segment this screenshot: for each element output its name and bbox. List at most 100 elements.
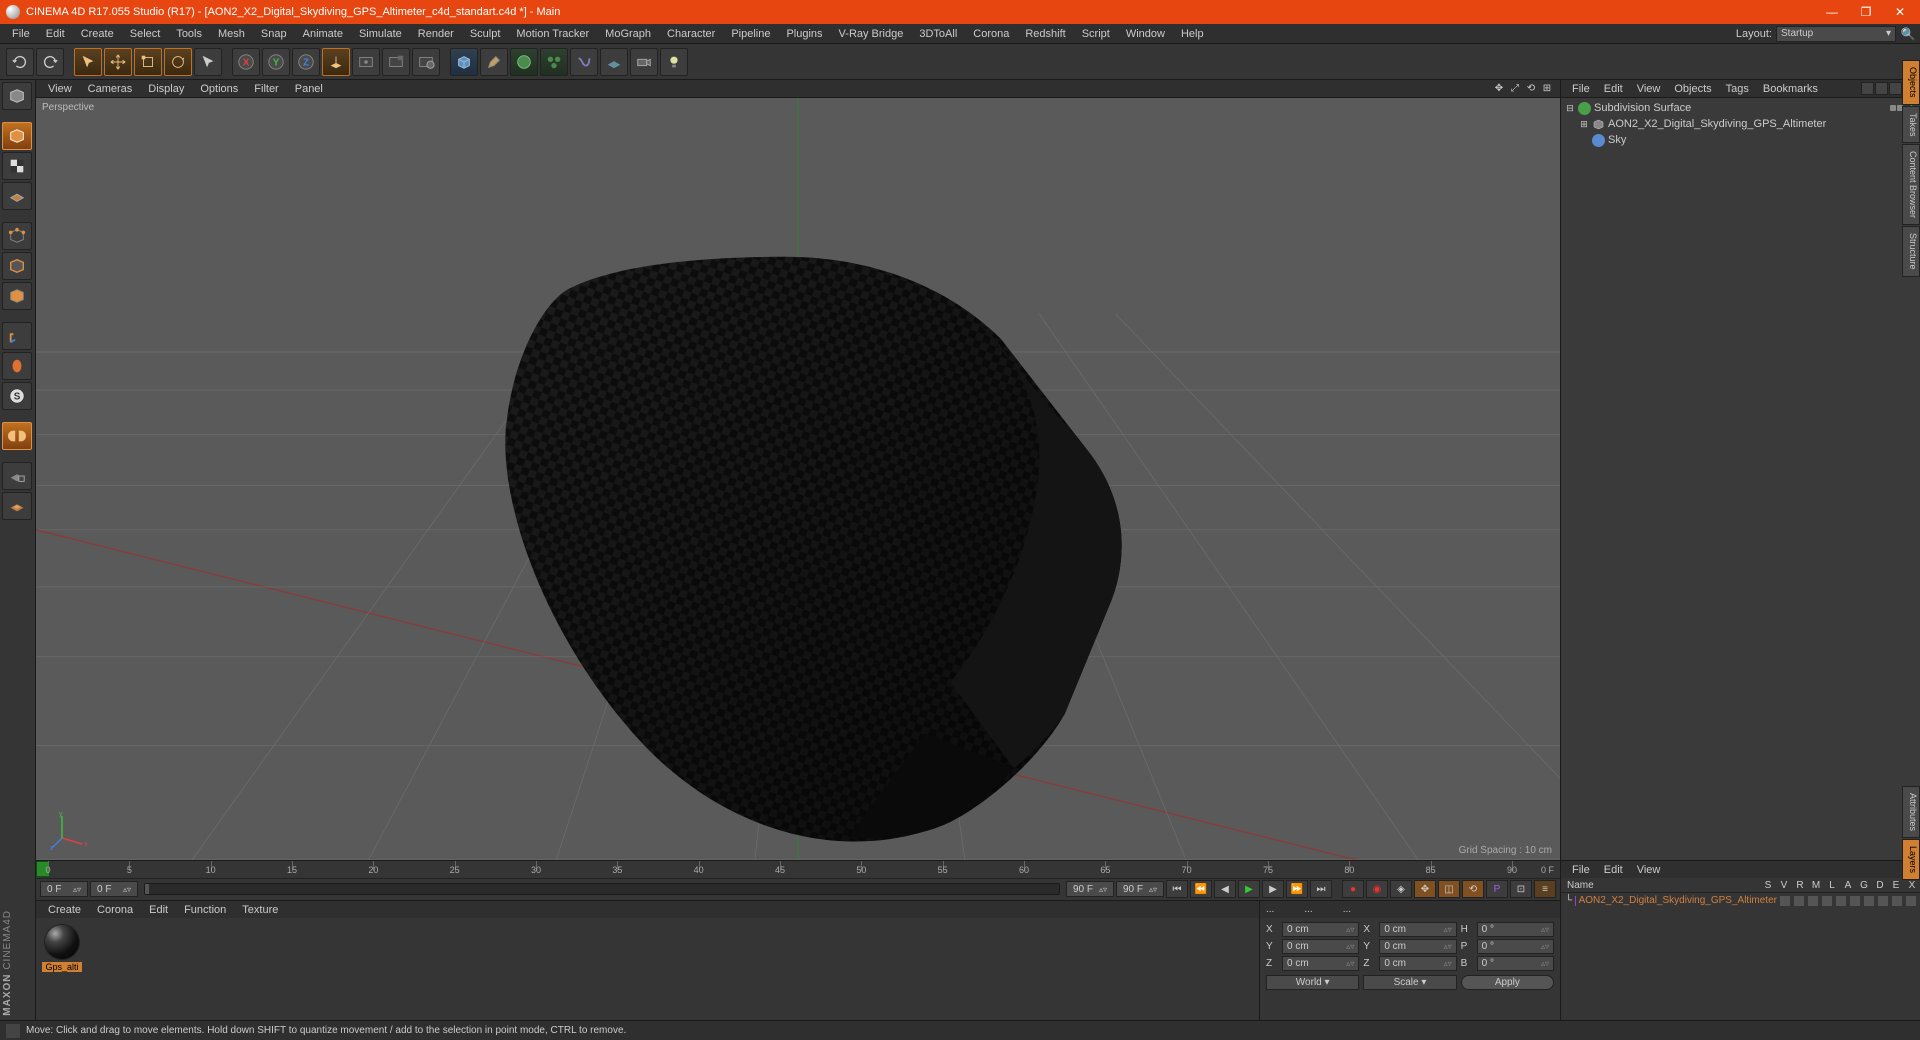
undo-button[interactable] xyxy=(6,48,34,76)
tab-objects[interactable]: Objects xyxy=(1902,60,1920,105)
prev-key-button[interactable]: ⏪ xyxy=(1190,880,1212,898)
coord-scale-select[interactable]: Scale ▾ xyxy=(1363,975,1456,990)
minimize-button[interactable]: — xyxy=(1824,4,1840,20)
coord-size-field[interactable]: 0 cm▵▿ xyxy=(1379,922,1456,937)
menu-mograph[interactable]: MoGraph xyxy=(597,26,659,42)
obj-menu-file[interactable]: File xyxy=(1565,82,1597,96)
layer-menu-edit[interactable]: Edit xyxy=(1597,863,1630,877)
vm-panel[interactable]: Panel xyxy=(287,82,331,96)
layer-menu-view[interactable]: View xyxy=(1630,863,1668,877)
object-tree-row[interactable]: ⊟Subdivision Surface✓ xyxy=(1561,100,1920,116)
next-frame-button[interactable]: ▶ xyxy=(1262,880,1284,898)
menu-sculpt[interactable]: Sculpt xyxy=(462,26,509,42)
camera-button[interactable] xyxy=(630,48,658,76)
coord-size-field[interactable]: 0 cm▵▿ xyxy=(1379,939,1456,954)
render-settings-button[interactable] xyxy=(412,48,440,76)
menu-tools[interactable]: Tools xyxy=(168,26,210,42)
model-mode-button[interactable] xyxy=(2,122,32,150)
search-icon[interactable]: 🔍 xyxy=(1900,26,1916,42)
y-axis-button[interactable]: Y xyxy=(262,48,290,76)
param-key-button[interactable]: P xyxy=(1486,880,1508,898)
menu-script[interactable]: Script xyxy=(1074,26,1118,42)
pla-key-button[interactable]: ⊡ xyxy=(1510,880,1532,898)
floor-button[interactable] xyxy=(600,48,628,76)
tab-content-browser[interactable]: Content Browser xyxy=(1902,144,1920,225)
material-thumbnail[interactable]: Gps_alti xyxy=(42,924,82,972)
object-tree[interactable]: ⊟Subdivision Surface✓⊞AON2_X2_Digital_Sk… xyxy=(1561,98,1920,860)
workplane-button[interactable] xyxy=(2,182,32,210)
coord-pos-field[interactable]: 0 cm▵▿ xyxy=(1282,922,1359,937)
object-tree-row[interactable]: ⊞AON2_X2_Digital_Skydiving_GPS_Altimeter xyxy=(1561,116,1920,132)
menu-file[interactable]: File xyxy=(4,26,38,42)
coord-world-select[interactable]: World ▾ xyxy=(1266,975,1359,990)
pen-tool[interactable] xyxy=(480,48,508,76)
vp-nav2-icon[interactable]: ⤢ xyxy=(1508,82,1522,96)
keyframe-sel-button[interactable]: ◈ xyxy=(1390,880,1412,898)
redo-button[interactable] xyxy=(36,48,64,76)
obj-menu-tags[interactable]: Tags xyxy=(1719,82,1756,96)
mat-menu-function[interactable]: Function xyxy=(176,903,234,917)
snap-button[interactable]: S xyxy=(2,382,32,410)
range-start-field[interactable]: 0 F▵▿ xyxy=(40,881,88,897)
scale-key-button[interactable]: ◫ xyxy=(1438,880,1460,898)
viewport-solo-button[interactable] xyxy=(2,352,32,380)
workplane-snap-button[interactable] xyxy=(2,422,32,450)
tab-structure[interactable]: Structure xyxy=(1902,226,1920,277)
menu-mesh[interactable]: Mesh xyxy=(210,26,253,42)
autokey-button[interactable]: ◉ xyxy=(1366,880,1388,898)
menu-3dtoall[interactable]: 3DToAll xyxy=(911,26,965,42)
move-tool[interactable] xyxy=(104,48,132,76)
vp-nav3-icon[interactable]: ⟲ xyxy=(1524,82,1538,96)
vm-cameras[interactable]: Cameras xyxy=(80,82,141,96)
scale-tool[interactable] xyxy=(134,48,162,76)
vm-filter[interactable]: Filter xyxy=(246,82,286,96)
menu-plugins[interactable]: Plugins xyxy=(778,26,830,42)
mat-menu-create[interactable]: Create xyxy=(40,903,89,917)
menu-simulate[interactable]: Simulate xyxy=(351,26,410,42)
coord-rot-field[interactable]: 0 °▵▿ xyxy=(1477,939,1554,954)
close-button[interactable]: ✕ xyxy=(1892,4,1908,20)
tab-takes[interactable]: Takes xyxy=(1902,106,1920,144)
obj-filter-icon[interactable] xyxy=(1889,82,1902,95)
menu-help[interactable]: Help xyxy=(1173,26,1212,42)
play-button[interactable]: ▶ xyxy=(1238,880,1260,898)
menu-select[interactable]: Select xyxy=(122,26,169,42)
menu-redshift[interactable]: Redshift xyxy=(1017,26,1073,42)
planar-workplane-button[interactable] xyxy=(2,492,32,520)
obj-path-icon[interactable] xyxy=(1875,82,1888,95)
next-key-button[interactable]: ⏩ xyxy=(1286,880,1308,898)
last-tool[interactable] xyxy=(194,48,222,76)
preview-start-field[interactable]: 0 F▵▿ xyxy=(90,881,138,897)
render-view-button[interactable] xyxy=(352,48,380,76)
polygons-mode-button[interactable] xyxy=(2,282,32,310)
prev-frame-button[interactable]: ◀ xyxy=(1214,880,1236,898)
live-select-tool[interactable] xyxy=(74,48,102,76)
obj-menu-edit[interactable]: Edit xyxy=(1597,82,1630,96)
locked-workplane-button[interactable] xyxy=(2,462,32,490)
mat-menu-corona[interactable]: Corona xyxy=(89,903,141,917)
tree-expand-icon[interactable]: ⊟ xyxy=(1565,103,1575,114)
light-button[interactable] xyxy=(660,48,688,76)
array-button[interactable] xyxy=(540,48,568,76)
edges-mode-button[interactable] xyxy=(2,252,32,280)
subdiv-button[interactable] xyxy=(510,48,538,76)
rotate-tool[interactable] xyxy=(164,48,192,76)
obj-menu-bookmarks[interactable]: Bookmarks xyxy=(1756,82,1825,96)
viewport[interactable]: Perspective xyxy=(36,98,1560,860)
timeline-scroll[interactable] xyxy=(144,883,1060,895)
record-button[interactable]: ● xyxy=(1342,880,1364,898)
menu-edit[interactable]: Edit xyxy=(38,26,73,42)
texture-mode-button[interactable] xyxy=(2,152,32,180)
coord-pos-field[interactable]: 0 cm▵▿ xyxy=(1282,939,1359,954)
obj-menu-view[interactable]: View xyxy=(1630,82,1668,96)
obj-menu-objects[interactable]: Objects xyxy=(1667,82,1718,96)
vm-view[interactable]: View xyxy=(40,82,80,96)
rot-key-button[interactable]: ⟲ xyxy=(1462,880,1484,898)
mat-menu-texture[interactable]: Texture xyxy=(234,903,286,917)
menu-character[interactable]: Character xyxy=(659,26,723,42)
menu-pipeline[interactable]: Pipeline xyxy=(723,26,778,42)
make-editable-button[interactable] xyxy=(2,82,32,110)
layer-row[interactable]: └ AON2_X2_Digital_Skydiving_GPS_Altimete… xyxy=(1561,893,1920,908)
coord-rot-field[interactable]: 0 °▵▿ xyxy=(1477,956,1554,971)
vp-nav1-icon[interactable]: ✥ xyxy=(1492,82,1506,96)
